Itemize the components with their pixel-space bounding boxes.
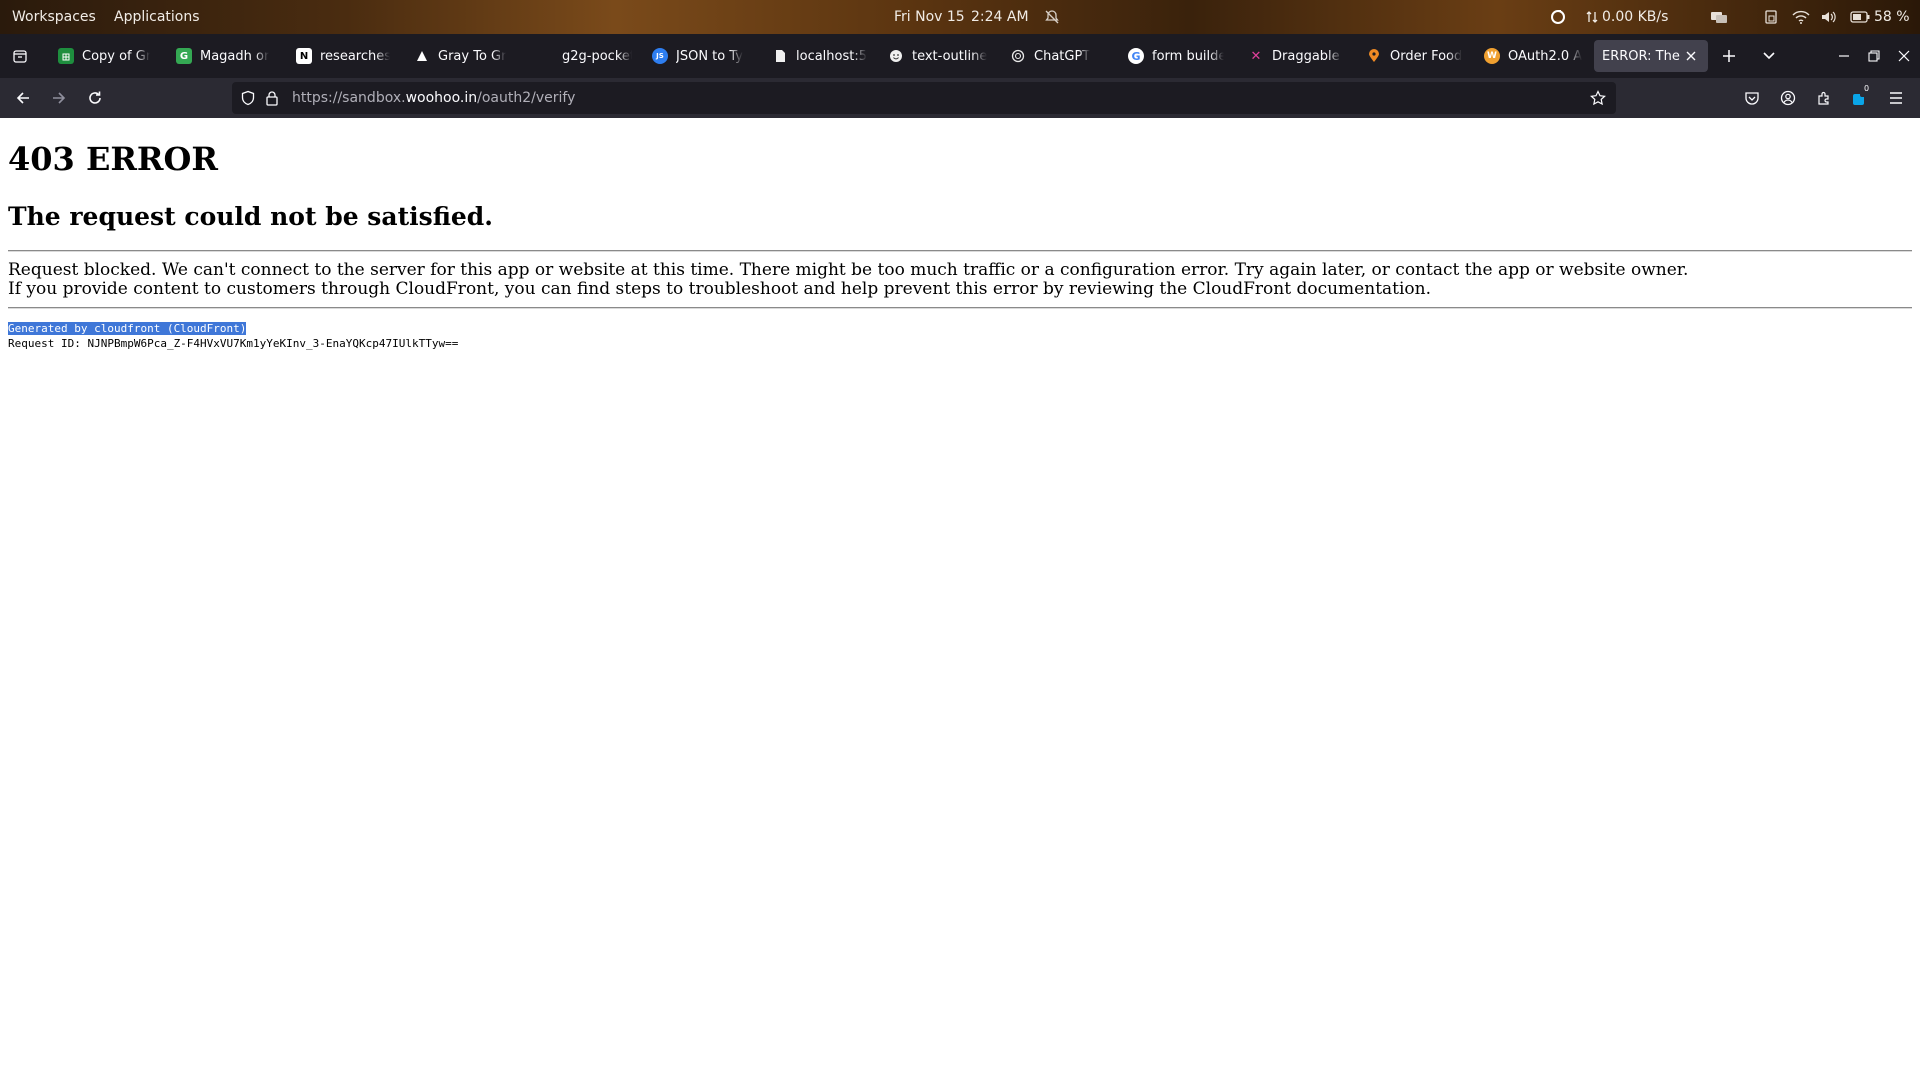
lock-icon[interactable]	[264, 90, 280, 106]
notifications-off-icon[interactable]	[1044, 0, 1060, 34]
address-bar[interactable]: https://sandbox.woohoo.in/oauth2/verify	[232, 82, 1616, 114]
tab-title: text-outline	[912, 48, 988, 64]
divider	[8, 249, 1912, 252]
url-host: woohoo.in	[405, 90, 478, 106]
tab-title: ChatGPT	[1034, 48, 1091, 64]
clock-date[interactable]: Fri Nov 15	[894, 0, 965, 34]
error-message-line-2: If you provide content to customers thro…	[8, 278, 1432, 299]
pocket-icon[interactable]	[1736, 82, 1768, 114]
tab-researches[interactable]: N researches	[288, 40, 398, 72]
tab-error-active[interactable]: ERROR: The	[1594, 40, 1708, 72]
minimize-window-icon[interactable]	[1828, 40, 1860, 72]
triangle-icon	[414, 48, 430, 64]
url-prefix: https://sandbox.	[292, 90, 406, 106]
close-window-icon[interactable]	[1888, 40, 1920, 72]
sheets-icon	[58, 48, 74, 64]
battery-level: 58 %	[1874, 9, 1910, 25]
tab-form-builder[interactable]: G form builde	[1120, 40, 1232, 72]
browser-tab-strip: Copy of Gr G Magadh or N researches Gray…	[0, 34, 1920, 78]
network-speed: 0.00 KB/s	[1602, 9, 1669, 25]
chatgpt-icon	[1010, 48, 1026, 64]
back-arrow-icon[interactable]	[7, 82, 39, 114]
tab-localhost[interactable]: localhost:5	[764, 40, 876, 72]
account-icon[interactable]	[1772, 82, 1804, 114]
divider	[8, 306, 1912, 309]
forward-arrow-icon[interactable]	[43, 82, 75, 114]
bookmark-star-icon[interactable]	[1590, 90, 1606, 106]
tab-title: Copy of Gr	[82, 48, 150, 64]
error-subheading: The request could not be satisfied.	[8, 202, 493, 232]
chat-icon[interactable]	[1710, 0, 1728, 34]
green-app-icon: G	[176, 48, 192, 64]
extension-badge-count: 0	[1864, 84, 1870, 93]
new-tab-button[interactable]	[1713, 40, 1745, 72]
clipboard-icon[interactable]	[1763, 0, 1779, 34]
tab-chatgpt[interactable]: ChatGPT	[1002, 40, 1112, 72]
volume-icon[interactable]	[1820, 0, 1838, 34]
error-message-line-1: Request blocked. We can't connect to the…	[8, 259, 1689, 280]
tab-json-to-ty[interactable]: JS JSON to Ty	[644, 40, 756, 72]
system-top-bar: Workspaces Applications Fri Nov 15 2:24 …	[0, 0, 1920, 34]
smiley-icon	[888, 48, 904, 64]
sync-icon[interactable]	[1550, 0, 1566, 34]
tab-title: Order Food	[1390, 48, 1462, 64]
battery-icon[interactable]	[1850, 0, 1870, 34]
url-text[interactable]: https://sandbox.woohoo.in/oauth2/verify	[292, 90, 575, 106]
tab-title: OAuth2.0 A	[1508, 48, 1583, 64]
wifi-icon[interactable]	[1792, 0, 1810, 34]
tab-title: localhost:5	[796, 48, 868, 64]
tab-title: g2g-pocket	[562, 48, 632, 64]
tab-title: ERROR: The	[1602, 48, 1680, 64]
tab-order-food[interactable]: Order Food	[1358, 40, 1470, 72]
extensions-puzzle-icon[interactable]	[1808, 82, 1840, 114]
menu-hamburger-icon[interactable]	[1880, 82, 1912, 114]
tab-draggable[interactable]: ✕ Draggable I	[1240, 40, 1350, 72]
tab-title: form builde	[1152, 48, 1224, 64]
reload-icon[interactable]	[79, 82, 111, 114]
tab-text-outline[interactable]: text-outline	[880, 40, 998, 72]
generated-by-text: Generated by cloudfront (CloudFront)	[8, 321, 247, 335]
tab-gray-to-gr[interactable]: Gray To Gr	[406, 40, 516, 72]
url-path: /oauth2/verify	[477, 90, 576, 106]
tab-title: Draggable I	[1272, 48, 1342, 64]
tab-oauth2[interactable]: W OAuth2.0 A	[1476, 40, 1592, 72]
tab-title: JSON to Ty	[676, 48, 743, 64]
tab-title: Gray To Gr	[438, 48, 507, 64]
applications-menu[interactable]: Applications	[114, 0, 200, 34]
navigation-toolbar: https://sandbox.woohoo.in/oauth2/verify …	[0, 78, 1920, 118]
close-tab-icon[interactable]	[1682, 47, 1700, 65]
list-all-tabs-icon[interactable]	[1753, 40, 1785, 72]
pin-icon	[1366, 48, 1382, 64]
workspaces-menu[interactable]: Workspaces	[12, 0, 96, 34]
error-heading: 403 ERROR	[8, 140, 218, 178]
network-speed-icon	[1585, 0, 1599, 34]
extension-badge-icon[interactable]: 0	[1844, 82, 1876, 114]
page-content: 403 ERROR The request could not be satis…	[0, 118, 1920, 1080]
x-mark-icon: ✕	[1250, 48, 1262, 64]
notion-icon: N	[296, 48, 312, 64]
clock-time[interactable]: 2:24 AM	[971, 0, 1029, 34]
restore-window-icon[interactable]	[1858, 40, 1890, 72]
request-id: Request ID: NJNPBmpW6Pca_Z-F4HVxVU7Km1yY…	[8, 336, 459, 350]
firefox-view-icon[interactable]	[4, 40, 36, 72]
tab-g2g-pocket[interactable]: g2g-pocket	[530, 40, 640, 72]
tab-magadh[interactable]: G Magadh or	[168, 40, 278, 72]
tab-copy-of-gr[interactable]: Copy of Gr	[50, 40, 158, 72]
w-logo-icon: W	[1484, 48, 1500, 64]
tracking-protection-shield-icon[interactable]	[240, 90, 256, 106]
json-icon: JS	[652, 48, 668, 64]
blank-icon	[538, 48, 554, 64]
google-icon: G	[1128, 48, 1144, 64]
tab-title: Magadh or	[200, 48, 270, 64]
document-icon	[772, 48, 788, 64]
tab-title: researches	[320, 48, 390, 64]
